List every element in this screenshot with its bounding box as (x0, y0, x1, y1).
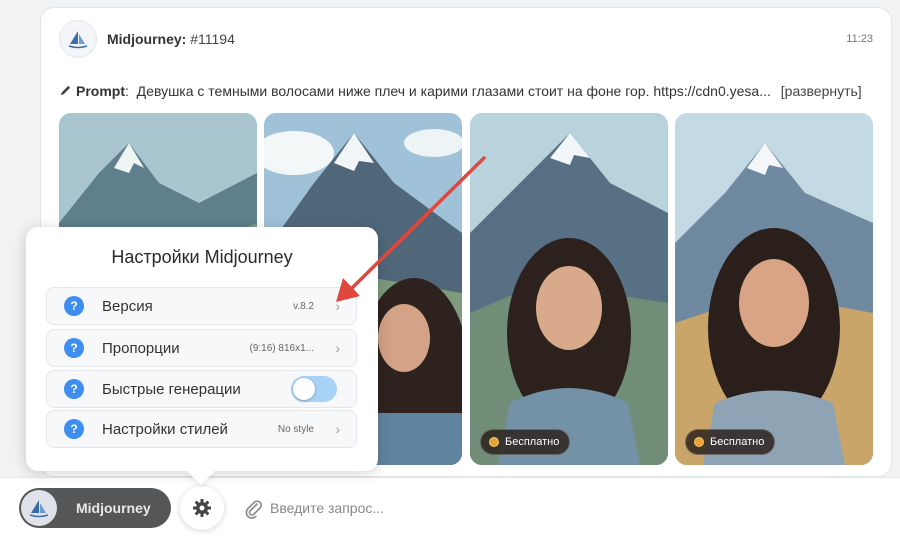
query-input[interactable] (270, 496, 870, 520)
help-icon[interactable]: ? (64, 338, 84, 358)
setting-proportions[interactable]: ? Пропорции (9:16) 816x1... › (46, 329, 357, 367)
composer-bar: Midjourney (0, 477, 900, 537)
chevron-right-icon: › (335, 298, 340, 314)
help-icon[interactable]: ? (64, 379, 84, 399)
setting-value: v.8.2 (293, 300, 314, 312)
model-label: Midjourney (76, 500, 151, 516)
prompt-label: Prompt (76, 83, 125, 99)
fast-generation-toggle[interactable] (291, 376, 337, 402)
message-author: Midjourney: #11194 (107, 31, 235, 47)
setting-value: (9:16) 816x1... (249, 342, 314, 354)
chevron-right-icon: › (335, 421, 340, 437)
settings-button[interactable] (180, 486, 224, 530)
generated-image-3[interactable]: Бесплатно (470, 113, 668, 465)
setting-version[interactable]: ? Версия v.8.2 › (46, 287, 357, 325)
midjourney-avatar-icon (59, 20, 97, 58)
gear-icon (193, 499, 211, 517)
pencil-icon (60, 85, 71, 96)
job-id: #11194 (190, 31, 235, 47)
prompt-text: Девушка с темными волосами ниже плеч и к… (136, 83, 771, 99)
coin-icon (694, 437, 704, 447)
setting-styles[interactable]: ? Настройки стилей No style › (46, 410, 357, 448)
setting-label: Быстрые генерации (102, 380, 241, 398)
coin-icon (489, 437, 499, 447)
setting-value: No style (277, 423, 314, 435)
settings-title: Настройки Midjourney (111, 247, 293, 267)
help-icon[interactable]: ? (64, 296, 84, 316)
help-icon[interactable]: ? (64, 419, 84, 439)
free-badge: Бесплатно (480, 429, 571, 455)
settings-popup: Настройки Midjourney ? Версия v.8.2 › ? … (26, 227, 378, 471)
toggle-knob (293, 378, 315, 400)
chevron-right-icon: › (335, 340, 340, 356)
setting-label: Версия (102, 297, 153, 315)
setting-fast-generation: ? Быстрые генерации (46, 370, 357, 408)
generated-image-4[interactable]: Бесплатно (675, 113, 873, 465)
prompt-line: Prompt: Девушка с темными волосами ниже … (59, 83, 862, 99)
setting-label: Пропорции (102, 339, 180, 357)
midjourney-logo-icon (21, 490, 57, 526)
setting-label: Настройки стилей (102, 420, 228, 438)
message-time: 11:23 (846, 33, 873, 45)
free-badge: Бесплатно (685, 429, 776, 455)
paperclip-icon[interactable] (242, 497, 264, 519)
expand-link[interactable]: [развернуть] (781, 83, 862, 99)
model-selector[interactable]: Midjourney (19, 488, 171, 528)
